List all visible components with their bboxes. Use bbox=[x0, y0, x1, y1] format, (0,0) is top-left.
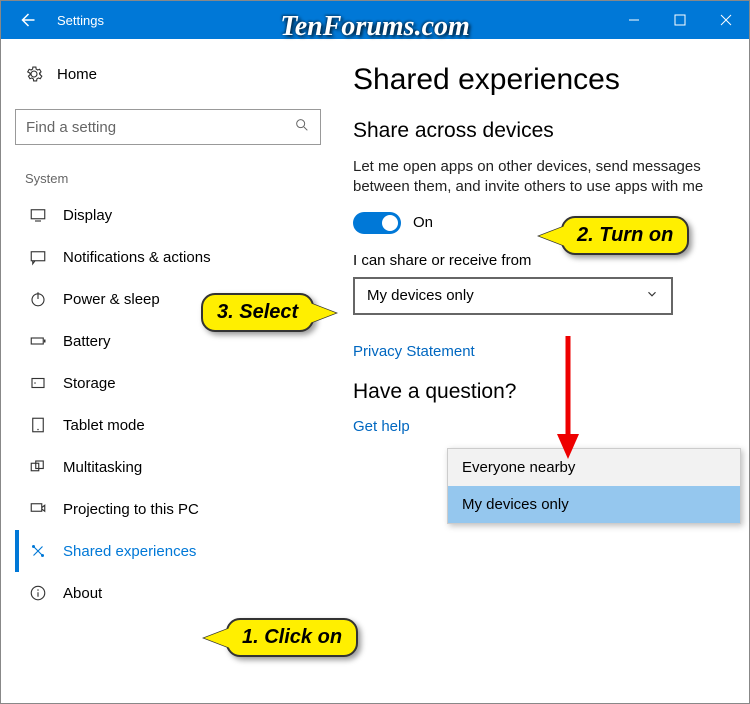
maximize-icon bbox=[674, 14, 686, 26]
info-icon bbox=[29, 584, 47, 602]
search-icon bbox=[294, 117, 310, 137]
message-icon bbox=[29, 248, 47, 266]
help-link[interactable]: Get help bbox=[353, 418, 729, 435]
question-title: Have a question? bbox=[353, 380, 729, 404]
callout-turn-on: 2. Turn on bbox=[561, 216, 689, 255]
search-placeholder: Find a setting bbox=[26, 119, 294, 136]
sidebar-item-notifications[interactable]: Notifications & actions bbox=[15, 236, 331, 278]
gear-icon bbox=[25, 65, 43, 83]
sidebar-item-label: About bbox=[63, 585, 102, 602]
sidebar-item-multitasking[interactable]: Multitasking bbox=[15, 446, 331, 488]
sidebar-item-label: Shared experiences bbox=[63, 543, 196, 560]
battery-icon bbox=[29, 332, 47, 350]
sidebar-item-label: Tablet mode bbox=[63, 417, 145, 434]
section-desc: Let me open apps on other devices, send … bbox=[353, 157, 729, 198]
dropdown-option-everyone[interactable]: Everyone nearby bbox=[448, 449, 740, 486]
monitor-icon bbox=[29, 206, 47, 224]
sidebar-item-label: Multitasking bbox=[63, 459, 142, 476]
sidebar-item-label: Projecting to this PC bbox=[63, 501, 199, 518]
share-from-dropdown[interactable]: My devices only bbox=[353, 277, 673, 315]
chevron-down-icon bbox=[645, 287, 659, 305]
sidebar-item-about[interactable]: About bbox=[15, 572, 331, 614]
sidebar-item-shared-experiences[interactable]: Shared experiences bbox=[15, 530, 331, 572]
main-panel: Shared experiences Share across devices … bbox=[331, 39, 749, 703]
sidebar-group-label: System bbox=[15, 163, 331, 194]
close-icon bbox=[720, 14, 732, 26]
sidebar-home-label: Home bbox=[57, 66, 97, 83]
sidebar-item-display[interactable]: Display bbox=[15, 194, 331, 236]
sidebar-item-projecting[interactable]: Projecting to this PC bbox=[15, 488, 331, 530]
share-toggle[interactable] bbox=[353, 212, 401, 234]
dropdown-popup: Everyone nearby My devices only bbox=[447, 448, 741, 524]
back-button[interactable] bbox=[1, 1, 53, 39]
power-icon bbox=[29, 290, 47, 308]
callout-click-on: 1. Click on bbox=[226, 618, 358, 657]
page-title: Shared experiences bbox=[353, 63, 729, 97]
watermark: TenForums.com bbox=[280, 11, 470, 43]
share-icon bbox=[29, 542, 47, 560]
search-input[interactable]: Find a setting bbox=[15, 109, 321, 145]
sidebar-home[interactable]: Home bbox=[15, 57, 331, 91]
storage-icon bbox=[29, 374, 47, 392]
arrow-left-icon bbox=[18, 11, 36, 29]
sidebar: Home Find a setting System Display Notif… bbox=[1, 39, 331, 703]
close-button[interactable] bbox=[703, 1, 749, 39]
sidebar-item-label: Display bbox=[63, 207, 112, 224]
sidebar-item-storage[interactable]: Storage bbox=[15, 362, 331, 404]
maximize-button[interactable] bbox=[657, 1, 703, 39]
sidebar-item-label: Battery bbox=[63, 333, 111, 350]
callout-select: 3. Select bbox=[201, 293, 314, 332]
sidebar-item-label: Notifications & actions bbox=[63, 249, 211, 266]
privacy-link[interactable]: Privacy Statement bbox=[353, 343, 729, 360]
multitask-icon bbox=[29, 458, 47, 476]
sidebar-item-label: Power & sleep bbox=[63, 291, 160, 308]
sidebar-item-label: Storage bbox=[63, 375, 116, 392]
dropdown-option-mydevices[interactable]: My devices only bbox=[448, 486, 740, 523]
dropdown-value: My devices only bbox=[367, 287, 474, 304]
tablet-icon bbox=[29, 416, 47, 434]
section-title: Share across devices bbox=[353, 119, 729, 143]
project-icon bbox=[29, 500, 47, 518]
minimize-icon bbox=[628, 14, 640, 26]
red-arrow-icon bbox=[553, 331, 583, 461]
toggle-state-label: On bbox=[413, 214, 433, 231]
minimize-button[interactable] bbox=[611, 1, 657, 39]
sidebar-item-tablet[interactable]: Tablet mode bbox=[15, 404, 331, 446]
window-controls bbox=[611, 1, 749, 39]
